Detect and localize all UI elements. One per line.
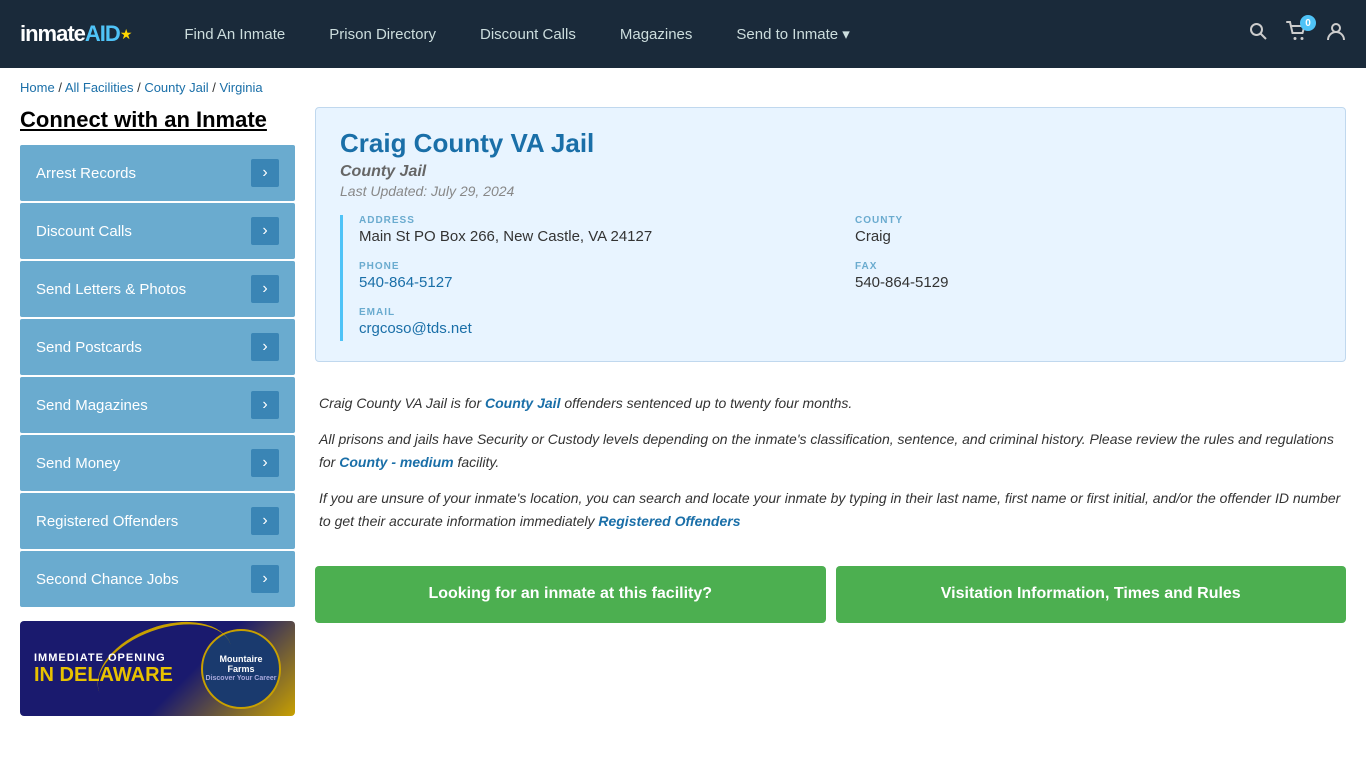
county-jail-link[interactable]: County Jail — [485, 395, 560, 411]
nav-prison-directory[interactable]: Prison Directory — [307, 2, 458, 67]
visitation-info-cta[interactable]: Visitation Information, Times and Rules — [836, 566, 1347, 623]
facility-updated: Last Updated: July 29, 2024 — [340, 183, 1321, 199]
sidebar-item-arrest-records[interactable]: Arrest Records › — [20, 145, 295, 201]
facility-title: Craig County VA Jail — [340, 128, 1321, 159]
phone-label: PHONE — [359, 261, 825, 272]
nav-right: 0 — [1248, 21, 1346, 47]
email-value[interactable]: crgcoso@tds.net — [359, 320, 1321, 337]
sidebar-label: Send Money — [36, 455, 120, 472]
search-icon[interactable] — [1248, 21, 1268, 47]
arrow-icon: › — [251, 565, 279, 593]
arrow-icon: › — [251, 217, 279, 245]
address-block: ADDRESS Main St PO Box 266, New Castle, … — [359, 215, 825, 245]
ad-delaware-text: IN DELAWARE — [34, 664, 173, 686]
desc-paragraph-3: If you are unsure of your inmate's locat… — [319, 487, 1342, 532]
breadcrumb-state[interactable]: Virginia — [219, 80, 262, 95]
breadcrumb-all-facilities[interactable]: All Facilities — [65, 80, 134, 95]
facility-card: Craig County VA Jail County Jail Last Up… — [315, 107, 1346, 362]
nav-find-inmate[interactable]: Find An Inmate — [162, 2, 307, 67]
address-label: ADDRESS — [359, 215, 825, 226]
logo-star: ★ — [120, 26, 133, 43]
sidebar-item-send-money[interactable]: Send Money › — [20, 435, 295, 491]
connect-title: Connect with an Inmate — [20, 107, 295, 133]
sidebar-item-send-magazines[interactable]: Send Magazines › — [20, 377, 295, 433]
header: inmateAID ★ Find An Inmate Prison Direct… — [0, 0, 1366, 68]
sidebar-label: Send Postcards — [36, 339, 142, 356]
nav-send-to-inmate[interactable]: Send to Inmate ▾ — [714, 1, 871, 67]
cart-icon[interactable]: 0 — [1286, 21, 1308, 47]
sidebar-label: Arrest Records — [36, 165, 136, 182]
nav-discount-calls[interactable]: Discount Calls — [458, 2, 598, 67]
sidebar-label: Registered Offenders — [36, 513, 178, 530]
email-block: EMAIL crgcoso@tds.net — [359, 307, 1321, 337]
facility-subtitle: County Jail — [340, 163, 1321, 181]
arrow-icon: › — [251, 391, 279, 419]
arrow-icon: › — [251, 449, 279, 477]
address-value: Main St PO Box 266, New Castle, VA 24127 — [359, 228, 825, 245]
sidebar-item-send-letters[interactable]: Send Letters & Photos › — [20, 261, 295, 317]
fax-label: FAX — [855, 261, 1321, 272]
phone-value[interactable]: 540-864-5127 — [359, 274, 825, 291]
arrow-icon: › — [251, 507, 279, 535]
phone-block: PHONE 540-864-5127 — [359, 261, 825, 291]
registered-offenders-link[interactable]: Registered Offenders — [598, 513, 740, 529]
breadcrumb-county-jail[interactable]: County Jail — [144, 80, 208, 95]
sidebar-label: Send Magazines — [36, 397, 148, 414]
fax-block: FAX 540-864-5129 — [855, 261, 1321, 291]
ad-banner[interactable]: IMMEDIATE OPENING IN DELAWARE Mountaire … — [20, 621, 295, 716]
breadcrumb: Home / All Facilities / County Jail / Vi… — [0, 68, 1366, 107]
nav-magazines[interactable]: Magazines — [598, 2, 715, 67]
main-nav: Find An Inmate Prison Directory Discount… — [162, 1, 1248, 67]
main-layout: Connect with an Inmate Arrest Records › … — [0, 107, 1366, 736]
sidebar-label: Send Letters & Photos — [36, 281, 186, 298]
sidebar-item-discount-calls[interactable]: Discount Calls › — [20, 203, 295, 259]
cart-badge: 0 — [1300, 15, 1316, 31]
county-value: Craig — [855, 228, 1321, 245]
sidebar: Connect with an Inmate Arrest Records › … — [20, 107, 295, 716]
user-icon[interactable] — [1326, 21, 1346, 47]
description-section: Craig County VA Jail is for County Jail … — [315, 382, 1346, 556]
sidebar-item-second-chance-jobs[interactable]: Second Chance Jobs › — [20, 551, 295, 607]
breadcrumb-home[interactable]: Home — [20, 80, 55, 95]
sidebar-menu: Arrest Records › Discount Calls › Send L… — [20, 145, 295, 607]
email-label: EMAIL — [359, 307, 1321, 318]
arrow-icon: › — [251, 333, 279, 361]
desc-paragraph-2: All prisons and jails have Security or C… — [319, 428, 1342, 473]
sidebar-label: Discount Calls — [36, 223, 132, 240]
arrow-icon: › — [251, 275, 279, 303]
county-label: COUNTY — [855, 215, 1321, 226]
sidebar-label: Second Chance Jobs — [36, 571, 179, 588]
arrow-icon: › — [251, 159, 279, 187]
ad-immediate-text: IMMEDIATE OPENING — [34, 652, 173, 664]
main-content: Craig County VA Jail County Jail Last Up… — [315, 107, 1346, 716]
ad-text: IMMEDIATE OPENING IN DELAWARE — [34, 652, 173, 686]
sidebar-item-registered-offenders[interactable]: Registered Offenders › — [20, 493, 295, 549]
info-grid: ADDRESS Main St PO Box 266, New Castle, … — [340, 215, 1321, 341]
logo-text: inmateAID — [20, 21, 120, 47]
county-medium-link[interactable]: County - medium — [339, 454, 453, 470]
sidebar-item-send-postcards[interactable]: Send Postcards › — [20, 319, 295, 375]
find-inmate-cta[interactable]: Looking for an inmate at this facility? — [315, 566, 826, 623]
desc-paragraph-1: Craig County VA Jail is for County Jail … — [319, 392, 1342, 414]
cta-buttons: Looking for an inmate at this facility? … — [315, 566, 1346, 623]
fax-value: 540-864-5129 — [855, 274, 1321, 291]
logo-area[interactable]: inmateAID ★ — [20, 21, 132, 47]
county-block: COUNTY Craig — [855, 215, 1321, 245]
